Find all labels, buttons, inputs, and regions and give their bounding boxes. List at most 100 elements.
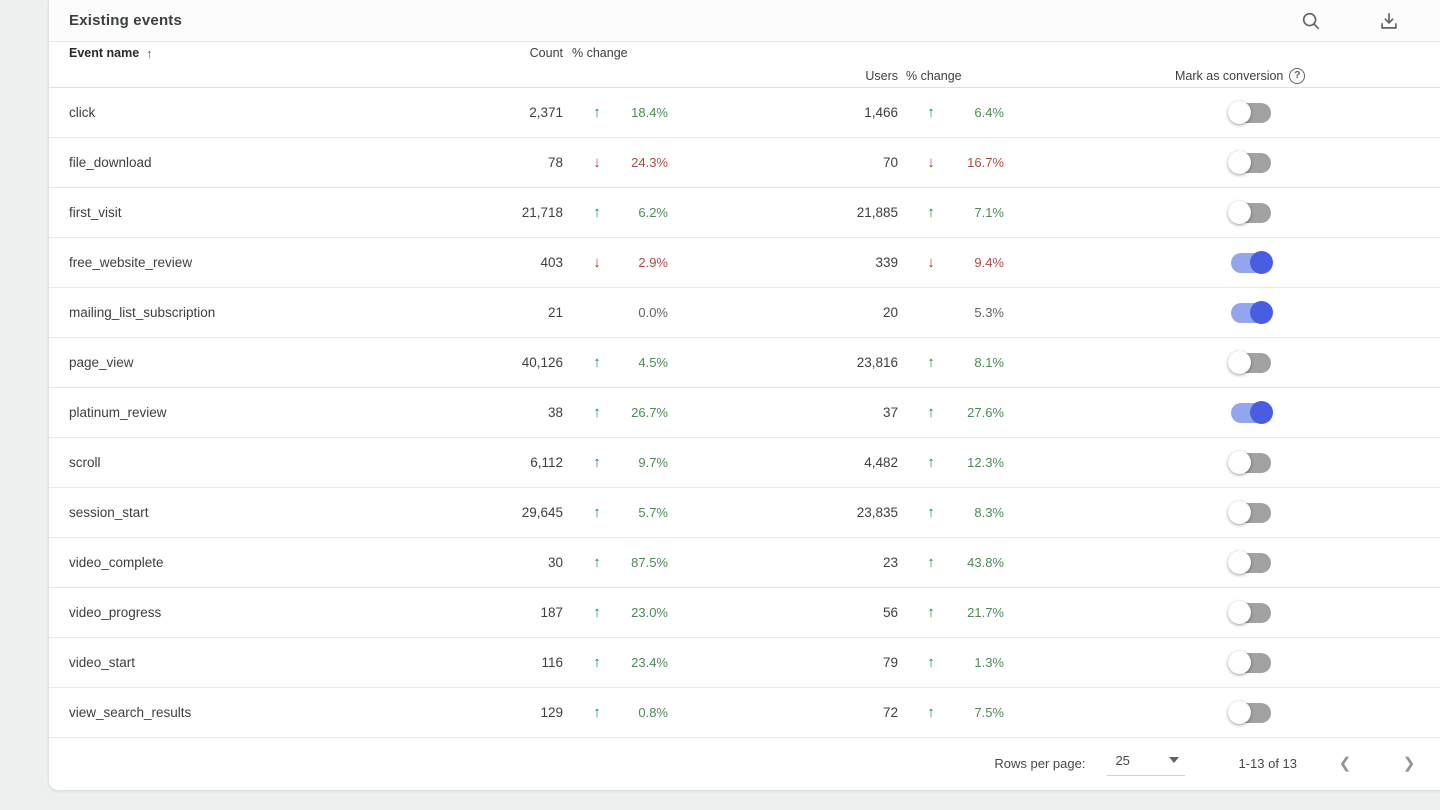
users-trend-arrow-icon: ↑ — [927, 704, 935, 721]
mark-as-conversion-toggle[interactable] — [1228, 400, 1273, 425]
table-row: view_search_results 129 ↑ 0.8% 72 ↑ 7.5% — [49, 688, 1440, 738]
titlebar-actions — [1299, 9, 1440, 33]
rows-per-page-value: 25 — [1115, 752, 1130, 768]
count-pct-change-cell: 4.5% — [638, 355, 668, 370]
table-row: first_visit 21,718 ↑ 6.2% 21,885 ↑ 7.1% — [49, 188, 1440, 238]
count-pct-change-cell: 23.0% — [631, 605, 668, 620]
pagination-prev-button[interactable]: ❮ — [1333, 751, 1357, 775]
count-trend-arrow-icon: ↑ — [593, 504, 601, 521]
sort-ascending-icon: ↑ — [146, 45, 153, 61]
toggle-thumb — [1228, 350, 1251, 374]
card-title: Existing events — [69, 12, 183, 29]
card-titlebar: Existing events — [49, 0, 1440, 42]
users-trend-arrow-icon: ↑ — [927, 554, 935, 571]
toggle-cell — [1004, 350, 1440, 375]
pagination-next-button[interactable]: ❯ — [1397, 751, 1421, 775]
mark-as-conversion-toggle[interactable] — [1228, 100, 1273, 125]
column-header-users[interactable]: Users — [668, 69, 898, 83]
table-footer: Rows per page: 25 1-13 of 13 ❮ ❯ — [49, 738, 1440, 788]
users-trend-arrow-icon: ↓ — [927, 254, 935, 271]
users-cell: 37 — [882, 405, 898, 420]
users-cell: 20 — [882, 305, 898, 320]
users-pct-change-cell: 7.1% — [974, 205, 1004, 220]
count-cell: 187 — [540, 605, 563, 620]
count-trend-arrow-icon: ↑ — [593, 554, 601, 571]
mark-as-conversion-toggle[interactable] — [1228, 700, 1273, 725]
event-name-cell: view_search_results — [69, 705, 192, 720]
column-header-count[interactable]: Count — [463, 46, 563, 60]
download-icon — [1378, 10, 1400, 32]
users-cell: 21,885 — [856, 205, 898, 220]
count-pct-change-cell: 6.2% — [638, 205, 668, 220]
mark-as-conversion-toggle[interactable] — [1228, 600, 1273, 625]
count-pct-change-cell: 26.7% — [631, 405, 668, 420]
event-name-cell: file_download — [69, 155, 152, 170]
mark-as-conversion-toggle[interactable] — [1228, 350, 1273, 375]
event-name-cell: page_view — [69, 355, 134, 370]
count-trend-arrow-icon: ↑ — [593, 354, 601, 371]
event-name-header-label: Event name — [69, 46, 140, 60]
count-trend-arrow-icon: ↑ — [593, 454, 601, 471]
users-trend-arrow-icon: ↑ — [927, 354, 935, 371]
mark-as-conversion-toggle[interactable] — [1228, 650, 1273, 675]
count-trend-arrow-icon: ↑ — [593, 604, 601, 621]
download-button[interactable] — [1377, 9, 1401, 33]
mark-as-conversion-toggle[interactable] — [1228, 200, 1273, 225]
table-row: page_view 40,126 ↑ 4.5% 23,816 ↑ 8.1% — [49, 338, 1440, 388]
mark-as-conversion-toggle[interactable] — [1228, 150, 1273, 175]
users-trend-arrow-icon: ↓ — [927, 154, 935, 171]
count-trend-arrow-icon: ↑ — [593, 704, 601, 721]
rows-per-page-select[interactable]: 25 — [1107, 751, 1186, 776]
users-pct-change-cell: 7.5% — [974, 705, 1004, 720]
count-pct-change-cell: 0.8% — [638, 705, 668, 720]
mark-as-conversion-toggle[interactable] — [1228, 300, 1273, 325]
users-pct-change-cell: 43.8% — [967, 555, 1004, 570]
count-cell: 129 — [540, 705, 563, 720]
count-cell: 116 — [541, 655, 563, 670]
count-trend-arrow-icon: ↑ — [593, 204, 601, 221]
pagination-range-label: 1-13 of 13 — [1238, 755, 1297, 771]
count-pct-change-cell: 5.7% — [638, 505, 668, 520]
count-pct-change-cell: 87.5% — [631, 555, 668, 570]
count-cell: 78 — [547, 155, 563, 170]
mark-as-conversion-toggle[interactable] — [1228, 450, 1273, 475]
event-name-cell: free_website_review — [69, 255, 193, 270]
toggle-thumb — [1228, 150, 1251, 174]
help-icon[interactable]: ? — [1289, 67, 1306, 84]
column-header-event-name[interactable]: Event name ↑ — [69, 46, 463, 61]
event-name-cell: scroll — [69, 455, 101, 470]
count-cell: 6,112 — [530, 455, 563, 470]
existing-events-card: Existing events Event name ↑ Count % cha… — [48, 0, 1440, 791]
toggle-thumb — [1228, 600, 1251, 624]
search-button[interactable] — [1299, 9, 1323, 33]
column-header-users-pct-change[interactable]: % change — [898, 69, 1004, 83]
users-trend-arrow-icon: ↑ — [927, 404, 935, 421]
toggle-thumb — [1250, 300, 1273, 324]
toggle-cell — [1004, 100, 1440, 125]
chevron-left-icon: ❮ — [1338, 755, 1352, 772]
toggle-thumb — [1228, 200, 1251, 224]
column-header-mark-as-conversion: Mark as conversion ? — [1175, 67, 1440, 84]
table-row: click 2,371 ↑ 18.4% 1,466 ↑ 6.4% — [49, 88, 1440, 138]
table-row: platinum_review 38 ↑ 26.7% 37 ↑ 27.6% — [49, 388, 1440, 438]
search-icon — [1300, 10, 1322, 32]
column-header-count-pct-change[interactable]: % change — [563, 46, 668, 60]
count-cell: 403 — [540, 255, 563, 270]
table-row: file_download 78 ↓ 24.3% 70 ↓ 16.7% — [49, 138, 1440, 188]
mark-as-conversion-toggle[interactable] — [1228, 500, 1273, 525]
toggle-cell — [1004, 450, 1440, 475]
mark-as-conversion-toggle[interactable] — [1228, 550, 1273, 575]
count-trend-arrow-icon: ↑ — [593, 654, 601, 671]
toggle-cell — [1004, 150, 1440, 175]
users-pct-change-cell: 8.3% — [974, 505, 1004, 520]
mark-as-conversion-toggle[interactable] — [1228, 250, 1273, 275]
users-cell: 72 — [882, 705, 898, 720]
caret-down-icon — [1169, 757, 1180, 763]
event-name-cell: session_start — [69, 505, 149, 520]
users-cell: 23,816 — [856, 355, 898, 370]
toggle-thumb — [1228, 550, 1251, 574]
toggle-thumb — [1250, 400, 1273, 424]
users-cell: 339 — [875, 255, 898, 270]
users-cell: 70 — [882, 155, 898, 170]
table-body: click 2,371 ↑ 18.4% 1,466 ↑ 6.4% file_do… — [49, 88, 1440, 738]
